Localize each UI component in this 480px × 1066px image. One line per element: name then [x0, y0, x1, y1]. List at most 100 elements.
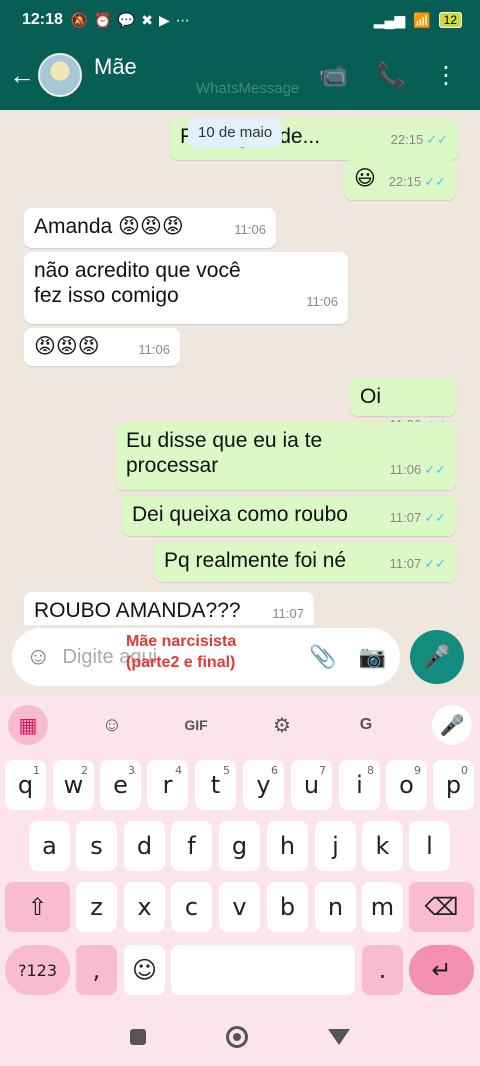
- key-x[interactable]: x: [124, 882, 165, 932]
- key-n[interactable]: n: [315, 882, 356, 932]
- message-bubble[interactable]: 😃 22:15 ✓✓: [344, 160, 456, 200]
- voice-record-button[interactable]: 🎤: [410, 630, 464, 684]
- key-f[interactable]: f: [171, 821, 212, 871]
- key-m[interactable]: m: [362, 882, 403, 932]
- key-d[interactable]: d: [124, 821, 165, 871]
- key-u[interactable]: u7: [291, 760, 332, 810]
- contact-name[interactable]: Mãe: [94, 54, 137, 80]
- space-key[interactable]: [171, 945, 355, 995]
- clock: 12:18: [22, 11, 63, 28]
- chat-area[interactable]: Fica aguarde... 22:15✓✓ 10 de maio 😃 22:…: [0, 110, 480, 625]
- video-caption: Mãe narcisista (parte2 e final): [126, 632, 236, 674]
- camera-icon[interactable]: 📷: [359, 644, 386, 670]
- message-text: ROUBO AMANDA???: [34, 599, 241, 622]
- read-ticks-icon: ✓✓: [424, 174, 446, 189]
- message-bubble[interactable]: Oi 11:06✓✓: [350, 378, 456, 432]
- settings-icon[interactable]: ⚙: [262, 705, 302, 745]
- key-a[interactable]: a: [29, 821, 70, 871]
- attach-icon[interactable]: 📎: [309, 644, 336, 670]
- battery-icon: 12: [438, 12, 462, 28]
- key-l[interactable]: l: [409, 821, 450, 871]
- mute-icon: 🔕: [70, 11, 89, 28]
- translate-icon[interactable]: G: [346, 705, 386, 745]
- message-text: Oi: [360, 385, 381, 408]
- keyboard-toolbar: ▦ ☺ GIF ⚙ G 🎤: [0, 697, 480, 749]
- key-w[interactable]: w2: [53, 760, 94, 810]
- message-bubble[interactable]: ROUBO AMANDA??? 11:07: [24, 592, 314, 625]
- key-g[interactable]: g: [219, 821, 260, 871]
- caption-line: Mãe narcisista: [126, 633, 237, 650]
- more-notifications-icon: ⋯: [175, 11, 190, 28]
- message-time: 11:07: [272, 606, 304, 621]
- signal-icon: ▂▄▆: [373, 11, 406, 28]
- video-call-icon[interactable]: 📹: [318, 61, 348, 90]
- key-v[interactable]: v: [219, 882, 260, 932]
- chat-header: ← Mãe 📹 📞 ⋮: [0, 40, 480, 110]
- message-bubble[interactable]: Pq realmente foi né 11:07 ✓✓: [154, 542, 456, 582]
- key-y[interactable]: y6: [243, 760, 284, 810]
- key-e[interactable]: e3: [100, 760, 141, 810]
- message-text: Pq realmente foi né: [164, 549, 347, 572]
- system-nav-bar: [0, 1008, 480, 1066]
- back-triangle-icon[interactable]: [328, 1029, 350, 1045]
- shift-key[interactable]: ⇧: [5, 882, 70, 932]
- message-time: 22:15: [390, 132, 424, 147]
- message-bubble[interactable]: 😡😡😡 11:06: [24, 328, 180, 366]
- message-time: 11:06: [234, 222, 266, 237]
- key-j[interactable]: j: [315, 821, 356, 871]
- key-o[interactable]: o9: [386, 760, 427, 810]
- home-icon[interactable]: [226, 1026, 248, 1048]
- message-time: 11:06: [306, 294, 338, 309]
- message-bubble[interactable]: Eu disse que eu ia te processar 11:06 ✓✓: [116, 422, 456, 490]
- watermark: WhatsMessage: [196, 80, 300, 97]
- sticker-icon[interactable]: ☺: [92, 705, 132, 745]
- keyboard: ▦ ☺ GIF ⚙ G 🎤 q1 w2 e3 r4 t5 y6 u7 i8 o9…: [0, 697, 480, 1008]
- status-bar: 12:18 🔕 ⏰ 💬 ✖ ▶ ⋯ ▂▄▆ 📶 12: [0, 0, 480, 40]
- key-z[interactable]: z: [76, 882, 117, 932]
- key-k[interactable]: k: [362, 821, 403, 871]
- message-time: 11:07: [389, 556, 422, 571]
- date-chip: 10 de maio: [188, 118, 283, 147]
- key-b[interactable]: b: [267, 882, 308, 932]
- key-t[interactable]: t5: [195, 760, 236, 810]
- read-ticks-icon: ✓✓: [424, 556, 446, 571]
- message-time: 11:07: [389, 510, 422, 525]
- key-r[interactable]: r4: [147, 760, 188, 810]
- message-text: não acredito que você fez isso comigo: [34, 259, 241, 308]
- alarm-icon: ⏰: [94, 11, 112, 28]
- key-p[interactable]: p0: [433, 760, 474, 810]
- message-bubble[interactable]: Amanda 😡😡😡 11:06: [24, 208, 276, 248]
- key-q[interactable]: q1: [5, 760, 46, 810]
- message-time: 11:06: [138, 342, 170, 357]
- message-text: Amanda 😡😡😡: [34, 215, 184, 238]
- menu-icon[interactable]: ⋮: [434, 61, 458, 90]
- back-arrow-icon[interactable]: ←: [8, 60, 36, 91]
- apps-grid-icon[interactable]: ▦: [8, 705, 48, 745]
- message-text: 😃: [354, 167, 376, 190]
- key-s[interactable]: s: [76, 821, 117, 871]
- comma-key[interactable]: ,: [76, 945, 117, 995]
- notification-icons: 🔕 ⏰ 💬 ✖ ▶ ⋯: [71, 12, 190, 29]
- read-ticks-icon: ✓✓: [424, 510, 446, 525]
- mic-icon: 🎤: [423, 644, 451, 669]
- emoji-icon[interactable]: ☺: [26, 643, 51, 671]
- chat-icon: 💬: [117, 11, 136, 28]
- message-bubble[interactable]: não acredito que você fez isso comigo 11…: [24, 252, 348, 324]
- message-text: Dei queixa como roubo: [132, 503, 348, 526]
- numbers-key[interactable]: ?123: [5, 945, 70, 995]
- key-h[interactable]: h: [267, 821, 308, 871]
- emoji-key[interactable]: ☺: [124, 945, 165, 995]
- message-time: 22:15: [388, 174, 422, 189]
- message-bubble[interactable]: Dei queixa como roubo 11:07 ✓✓: [122, 496, 456, 536]
- keyboard-mic-icon[interactable]: 🎤: [432, 705, 472, 745]
- read-ticks-icon: ✓✓: [424, 462, 446, 477]
- phone-icon[interactable]: 📞: [376, 61, 406, 90]
- avatar[interactable]: [38, 53, 82, 97]
- enter-key[interactable]: ↵: [409, 945, 474, 995]
- period-key[interactable]: .: [362, 945, 403, 995]
- recents-icon[interactable]: [130, 1029, 146, 1045]
- key-i[interactable]: i8: [339, 760, 380, 810]
- key-c[interactable]: c: [171, 882, 212, 932]
- gif-button[interactable]: GIF: [176, 705, 216, 745]
- backspace-key[interactable]: ⌫: [409, 882, 474, 932]
